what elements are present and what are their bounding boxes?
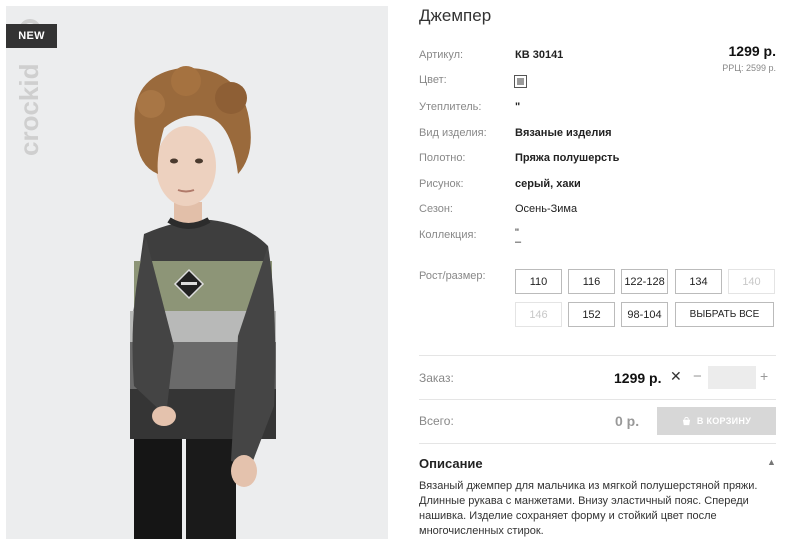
sizes-label: Рост/размер:: [419, 270, 486, 282]
size-option[interactable]: 98-104: [621, 302, 668, 327]
order-label: Заказ:: [419, 371, 454, 385]
product-illustration: [6, 6, 388, 539]
attr-label: Рисунок:: [419, 178, 464, 190]
product-title: Джемпер: [419, 6, 492, 25]
divider: [419, 399, 776, 400]
attr-label: Цвет:: [419, 74, 447, 86]
order-price: 1299 р.: [614, 370, 662, 386]
increase-quantity-button[interactable]: +: [760, 368, 768, 384]
product-price: 1299 р.: [728, 43, 776, 59]
select-all-sizes-button[interactable]: ВЫБРАТЬ ВСЕ: [675, 302, 774, 327]
description-text: Вязаный джемпер для мальчика из мягкой п…: [419, 480, 758, 537]
divider: [419, 443, 776, 444]
add-to-cart-button[interactable]: В КОРЗИНУ: [657, 407, 776, 435]
attr-label: Артикул:: [419, 49, 464, 61]
svg-text:crockid: crockid: [14, 64, 44, 157]
size-option[interactable]: 116: [568, 269, 615, 294]
size-option[interactable]: 122-128: [621, 269, 668, 294]
attr-value: ": [515, 101, 521, 113]
quantity-input[interactable]: [708, 366, 756, 389]
total-label: Всего:: [419, 414, 454, 428]
size-option[interactable]: 134: [675, 269, 722, 294]
attr-value: Осень-Зима: [515, 203, 578, 215]
attr-label: Коллекция:: [419, 229, 477, 241]
attr-label: Полотно:: [419, 152, 466, 164]
description-heading[interactable]: Описание: [419, 456, 483, 471]
size-option-unavailable: 140: [728, 269, 775, 294]
recommended-retail-price: РРЦ: 2599 р.: [722, 63, 776, 73]
new-badge: NEW: [6, 24, 57, 48]
size-option-unavailable: 146: [515, 302, 562, 327]
product-photo[interactable]: crockid: [6, 6, 388, 539]
attr-value: серый, хаки: [515, 178, 581, 190]
add-to-cart-label: В КОРЗИНУ: [696, 416, 752, 426]
divider: [419, 355, 776, 356]
attr-value: КВ 30141: [515, 49, 564, 61]
attr-label: Вид изделия:: [419, 127, 487, 139]
attr-value: " –: [515, 227, 522, 248]
color-swatch[interactable]: [514, 75, 527, 88]
attr-label: Сезон:: [419, 203, 453, 215]
decrease-quantity-button[interactable]: −: [693, 368, 702, 385]
clear-order-icon[interactable]: ✕: [670, 368, 682, 385]
attr-label: Утеплитель:: [419, 101, 482, 113]
cart-icon: [682, 416, 690, 425]
total-value: 0 р.: [615, 413, 640, 429]
attr-value: Вязаные изделия: [515, 127, 612, 139]
size-option[interactable]: 110: [515, 269, 562, 294]
collapse-chevron-icon[interactable]: ▲: [767, 457, 776, 467]
size-option[interactable]: 152: [568, 302, 615, 327]
attr-value: Пряжа полушерсть: [515, 152, 620, 164]
